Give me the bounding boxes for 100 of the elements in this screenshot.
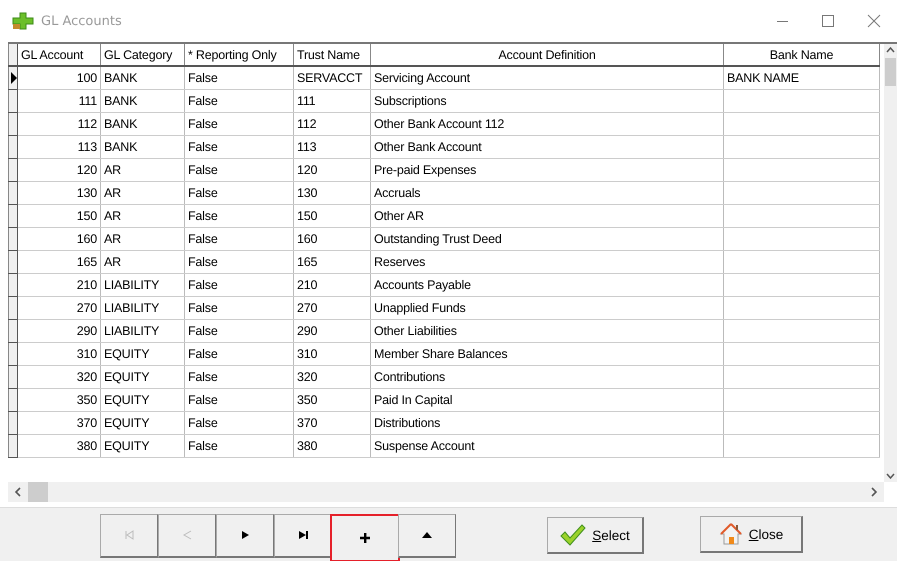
table-cell: 270 [297, 301, 318, 315]
table-cell: Contributions [374, 370, 446, 384]
table-cell: 130 [297, 186, 318, 200]
table-cell: 380 [76, 439, 97, 453]
table-cell: 120 [297, 163, 318, 177]
table-cell: AR [104, 255, 121, 269]
app-icon [12, 12, 34, 30]
table-cell: EQUITY [104, 439, 150, 453]
table-cell: 380 [297, 439, 318, 453]
table-cell: False [188, 324, 218, 338]
triangle-up-button[interactable] [398, 514, 456, 558]
table-cell: 112 [297, 117, 316, 131]
table-cell: 150 [76, 209, 97, 223]
table-cell: Subscriptions [374, 94, 446, 108]
table-cell: Accounts Payable [374, 278, 471, 292]
table-cell: 165 [297, 255, 318, 269]
column-header[interactable]: GL Category [100, 44, 184, 66]
column-header[interactable]: GL Account [18, 44, 100, 66]
table-cell: Paid In Capital [374, 393, 452, 407]
scrollbar-thumb[interactable] [885, 58, 896, 86]
table-cell: 370 [76, 416, 97, 430]
table-cell: False [188, 186, 218, 200]
table-cell: False [188, 278, 218, 292]
table-cell: Other Bank Account 112 [374, 117, 504, 131]
checkmark-icon [560, 524, 586, 546]
table-cell: AR [104, 209, 121, 223]
table-cell: 120 [76, 163, 97, 177]
house-icon [718, 522, 743, 546]
table-cell: 290 [297, 324, 318, 338]
table-cell: 130 [76, 186, 97, 200]
table-cell: 160 [76, 232, 97, 246]
table-cell: 370 [297, 416, 318, 430]
last-record-button[interactable] [274, 514, 332, 558]
table-cell: 100 [76, 71, 97, 85]
table-cell: EQUITY [104, 393, 150, 407]
table-cell: 113 [78, 140, 97, 154]
table-cell: Unapplied Funds [374, 301, 466, 315]
table-cell: 113 [297, 140, 316, 154]
table-cell: False [188, 439, 218, 453]
table-cell: False [188, 370, 218, 384]
table-cell: 165 [76, 255, 97, 269]
table-cell: EQUITY [104, 416, 150, 430]
window-title: GL Accounts [41, 14, 123, 28]
table-cell: 310 [297, 347, 318, 361]
table-cell: EQUITY [104, 347, 150, 361]
table-cell: False [188, 416, 218, 430]
table-cell: Other Liabilities [374, 324, 457, 338]
table-cell: BANK [104, 117, 138, 131]
table-cell: 160 [297, 232, 318, 246]
plus-button[interactable] [330, 514, 400, 561]
table-cell: LIABILITY [104, 278, 160, 292]
table-cell: BANK [104, 140, 138, 154]
table-cell: Reserves [374, 255, 426, 269]
table-cell: Other AR [374, 209, 424, 223]
table-cell: Other Bank Account [374, 140, 482, 154]
table-cell: False [188, 71, 218, 85]
table-cell: 310 [76, 347, 97, 361]
select-button[interactable]: Select [547, 517, 644, 554]
table-cell: AR [104, 232, 121, 246]
table-cell: Suspense Account [374, 439, 474, 453]
table-cell: BANK [104, 71, 138, 85]
column-header[interactable]: Trust Name [294, 44, 370, 66]
table-cell: Accruals [374, 186, 420, 200]
column-header[interactable]: Bank Name [724, 44, 880, 66]
table-cell: 210 [76, 278, 97, 292]
table-cell: BANK [104, 94, 138, 108]
table-cell: False [188, 393, 218, 407]
table-cell: False [188, 163, 218, 177]
table-cell: EQUITY [104, 370, 150, 384]
table-cell: Distributions [374, 416, 440, 430]
table-cell: 350 [297, 393, 318, 407]
close-button[interactable]: Close [700, 516, 803, 553]
table-cell: False [188, 347, 218, 361]
table-cell: 290 [76, 324, 97, 338]
table-cell: 270 [76, 301, 97, 315]
table-cell: 150 [297, 209, 318, 223]
table-cell: False [188, 140, 218, 154]
table-cell: Outstanding Trust Deed [374, 232, 502, 246]
table-cell: LIABILITY [104, 301, 160, 315]
table-cell: False [188, 94, 218, 108]
table-cell: AR [104, 186, 121, 200]
table-cell: False [188, 255, 218, 269]
table-cell: False [188, 209, 218, 223]
table-cell: 320 [76, 370, 97, 384]
table-cell: LIABILITY [104, 324, 160, 338]
table-cell: False [188, 117, 218, 131]
table-cell: Member Share Balances [374, 347, 508, 361]
table-cell: 111 [78, 94, 97, 108]
table-cell: AR [104, 163, 121, 177]
table-cell: False [188, 301, 218, 315]
table-cell: SERVACCT [297, 71, 362, 85]
table-cell: 350 [76, 393, 97, 407]
column-header[interactable]: * Reporting Only [184, 44, 294, 66]
scrollbar-thumb[interactable] [28, 482, 48, 502]
table-cell: BANK NAME [727, 71, 799, 85]
table-cell: 320 [297, 370, 318, 384]
column-header[interactable]: Account Definition [370, 44, 724, 66]
next-record-button[interactable] [216, 514, 274, 558]
table-cell: False [188, 232, 218, 246]
table-cell: Servicing Account [374, 71, 470, 85]
